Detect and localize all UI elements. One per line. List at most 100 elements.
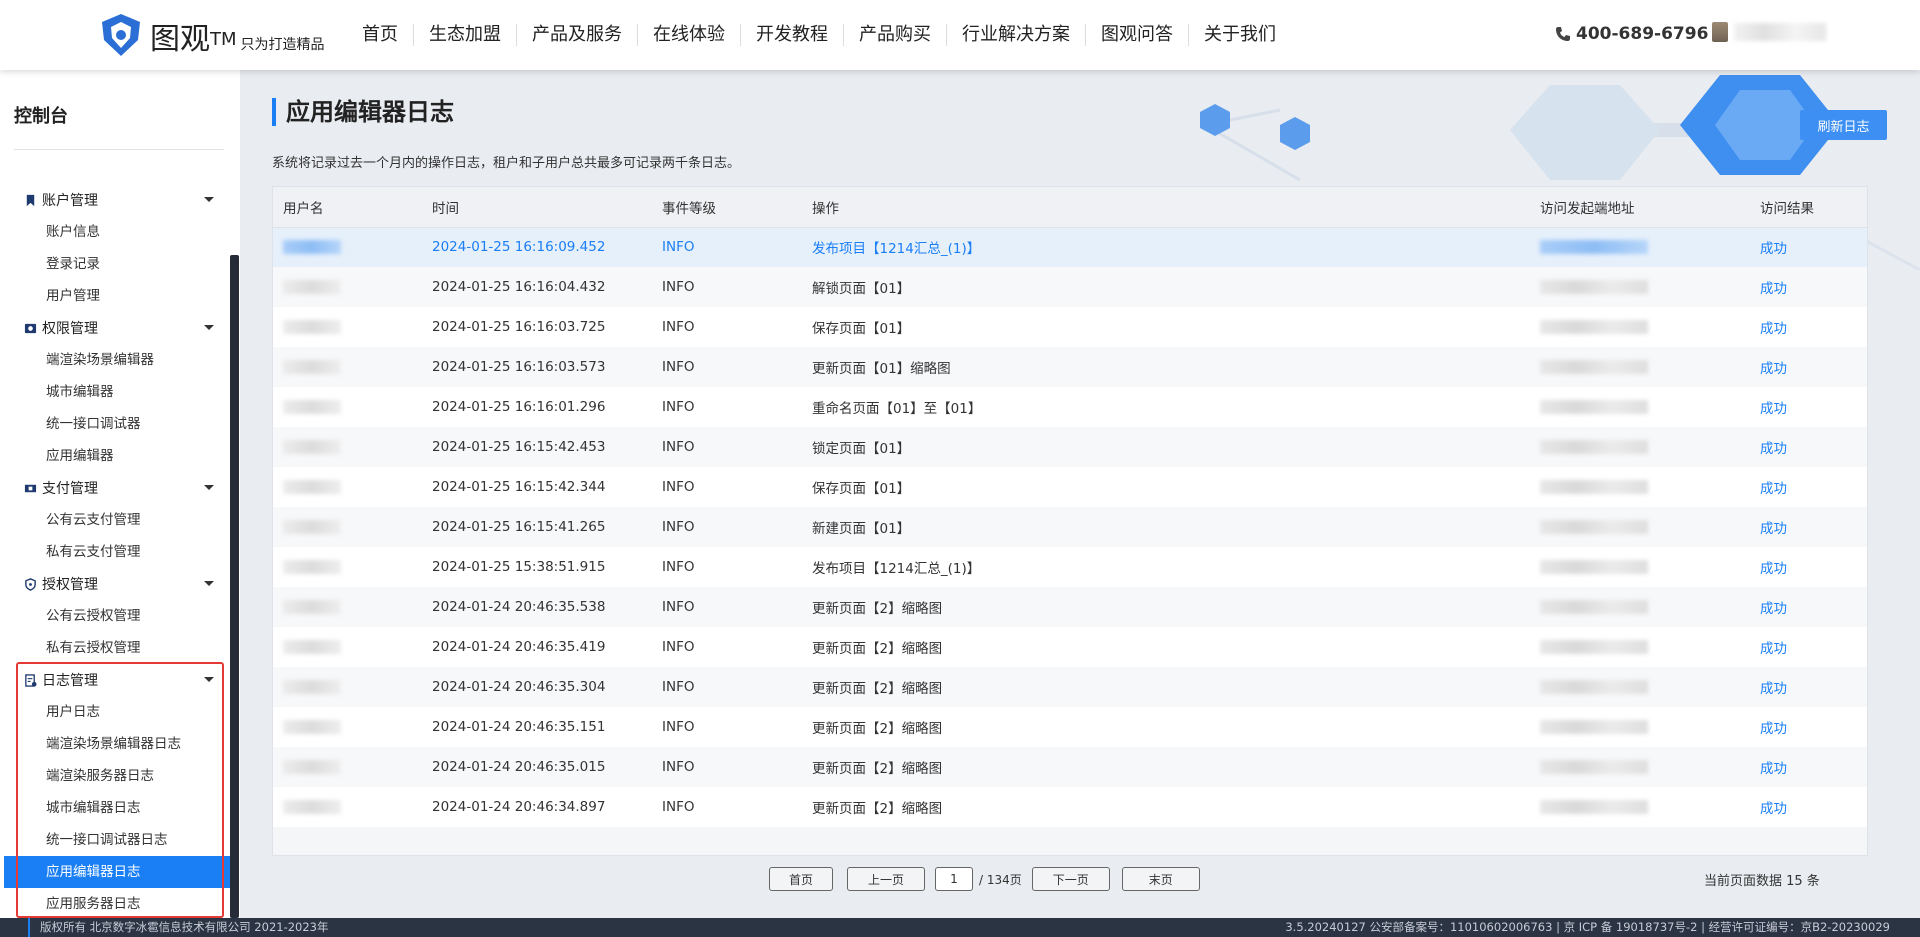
username-redacted: [283, 520, 341, 534]
page-number-input[interactable]: 1: [935, 867, 973, 891]
sidebar-item-app-server-log[interactable]: 应用服务器日志: [0, 888, 232, 918]
logo[interactable]: 图观TM 只为打造精品: [98, 12, 325, 58]
cell-address: [1530, 547, 1750, 587]
sidebar-item-scene-editor-log[interactable]: 端渲染场景编辑器日志: [0, 728, 232, 760]
column-header-operation: 操作: [812, 200, 839, 217]
nav-about[interactable]: 关于我们: [1188, 24, 1291, 46]
menu-group-payment[interactable]: 支付管理: [0, 472, 232, 504]
cell-time: 2024-01-24 20:46:35.304: [432, 679, 606, 695]
cell-address: [1530, 307, 1750, 347]
cell-operation: 发布项目【1214汇总_(1)】: [812, 241, 981, 258]
table-row[interactable]: 2024-01-24 20:46:35.015 INFO 更新页面【2】缩略图 …: [273, 747, 1867, 787]
table-row[interactable]: 2024-01-25 16:15:42.344 INFO 保存页面【01】 成功: [273, 467, 1867, 507]
nav-products[interactable]: 产品及服务: [516, 24, 637, 46]
main-content: 应用编辑器日志 系统将记录过去一个月内的操作日志，租户和子用户总共最多可记录两千…: [240, 70, 1920, 918]
cell-address: [1530, 347, 1750, 387]
cell-level: INFO: [662, 399, 695, 415]
cell-result: 成功: [1760, 241, 1787, 258]
sidebar-item-perm-scene-editor[interactable]: 端渲染场景编辑器: [0, 344, 232, 376]
sidebar-item-login-records[interactable]: 登录记录: [0, 248, 232, 280]
username-redacted: [283, 360, 341, 374]
prev-page-button[interactable]: 上一页: [847, 867, 925, 891]
sidebar-item-city-editor-log[interactable]: 城市编辑器日志: [0, 792, 232, 824]
cell-operation: 发布项目【1214汇总_(1)】: [812, 561, 981, 577]
cell-level: INFO: [662, 479, 695, 495]
table-row[interactable]: 2024-01-25 16:16:04.432 INFO 解锁页面【01】 成功: [273, 267, 1867, 307]
table-row[interactable]: 2024-01-25 16:16:01.296 INFO 重命名页面【01】至【…: [273, 387, 1867, 427]
nav-home[interactable]: 首页: [350, 24, 413, 46]
sidebar-item-perm-city-editor[interactable]: 城市编辑器: [0, 376, 232, 408]
table-row[interactable]: 2024-01-24 20:46:35.538 INFO 更新页面【2】缩略图 …: [273, 587, 1867, 627]
cell-address: [1530, 267, 1750, 307]
nav-qa[interactable]: 图观问答: [1085, 24, 1188, 46]
address-redacted: [1540, 560, 1648, 574]
username-redacted: [283, 600, 341, 614]
cell-level: INFO: [662, 719, 695, 735]
nav-ecosystem[interactable]: 生态加盟: [413, 24, 516, 46]
sidebar-item-user-log[interactable]: 用户日志: [0, 696, 232, 728]
cell-username: [273, 587, 422, 627]
first-page-button[interactable]: 首页: [769, 867, 833, 891]
logo-name: 图观TM: [150, 22, 237, 57]
sidebar-item-public-payment[interactable]: 公有云支付管理: [0, 504, 232, 536]
next-page-button[interactable]: 下一页: [1031, 867, 1110, 891]
table-row[interactable]: 2024-01-24 20:46:34.897 INFO 更新页面【2】缩略图 …: [273, 787, 1867, 827]
bookmark-icon: [26, 194, 35, 206]
table-row[interactable]: 2024-01-25 15:38:51.915 INFO 发布项目【1214汇总…: [273, 547, 1867, 587]
cell-username: [273, 387, 422, 427]
address-redacted: [1540, 520, 1648, 534]
cell-username: [273, 747, 422, 787]
page-record-count: 当前页面数据 15 条: [1704, 874, 1820, 889]
menu-group-account[interactable]: 账户管理: [0, 184, 232, 216]
sidebar-item-private-license[interactable]: 私有云授权管理: [0, 632, 232, 664]
sidebar-item-perm-api-debugger[interactable]: 统一接口调试器: [0, 408, 232, 440]
table-row[interactable]: 2024-01-24 20:46:35.151 INFO 更新页面【2】缩略图 …: [273, 707, 1867, 747]
table-row[interactable]: 2024-01-24 20:46:35.304 INFO 更新页面【2】缩略图 …: [273, 667, 1867, 707]
last-page-button[interactable]: 末页: [1121, 867, 1200, 891]
table-row[interactable]: 2024-01-25 16:16:09.452 INFO 发布项目【1214汇总…: [273, 227, 1867, 267]
username-redacted: [283, 400, 341, 414]
cell-time: 2024-01-24 20:46:35.419: [432, 639, 606, 655]
menu-group-permissions[interactable]: 权限管理: [0, 312, 232, 344]
menu-group-license[interactable]: 授权管理: [0, 568, 232, 600]
cell-time: 2024-01-25 16:16:03.725: [432, 319, 606, 335]
cell-address: [1530, 467, 1750, 507]
sidebar-scrollbar-thumb[interactable]: [230, 255, 239, 918]
username-redacted: [283, 720, 341, 734]
sidebar-item-api-debugger-log[interactable]: 统一接口调试器日志: [0, 824, 232, 856]
sidebar-item-perm-app-editor[interactable]: 应用编辑器: [0, 440, 232, 472]
table-row[interactable]: 2024-01-25 16:15:41.265 INFO 新建页面【01】 成功: [273, 507, 1867, 547]
nav-online-demo[interactable]: 在线体验: [637, 24, 740, 46]
user-menu[interactable]: [1712, 22, 1826, 42]
sidebar-item-user-management[interactable]: 用户管理: [0, 280, 232, 312]
sidebar-item-app-editor-log[interactable]: 应用编辑器日志: [4, 856, 232, 888]
table-row[interactable]: 2024-01-24 20:46:35.419 INFO 更新页面【2】缩略图 …: [273, 627, 1867, 667]
refresh-log-button[interactable]: 刷新日志: [1800, 110, 1887, 140]
nav-purchase[interactable]: 产品购买: [843, 24, 946, 46]
column-header-address: 访问发起端地址: [1540, 200, 1635, 217]
table-row[interactable]: 2024-01-25 16:15:42.453 INFO 锁定页面【01】 成功: [273, 427, 1867, 467]
logo-slogan: 只为打造精品: [240, 37, 325, 53]
cell-time: 2024-01-25 16:15:41.265: [432, 519, 606, 535]
cell-operation: 更新页面【2】缩略图: [812, 641, 943, 657]
nav-solutions[interactable]: 行业解决方案: [946, 24, 1085, 46]
cell-address: [1530, 387, 1750, 427]
menu-group-logs[interactable]: 日志管理: [0, 664, 232, 696]
username-redacted: [283, 800, 341, 814]
cell-operation: 锁定页面【01】: [812, 441, 911, 457]
ticket-icon: [24, 484, 37, 492]
sidebar-item-account-info[interactable]: 账户信息: [0, 216, 232, 248]
cell-level: INFO: [662, 439, 695, 455]
cell-level: INFO: [662, 759, 695, 775]
footer: 版权所有 北京数字冰雹信息技术有限公司 2021-2023年 3.5.20240…: [0, 918, 1920, 937]
table-row[interactable]: 2024-01-25 16:16:03.725 INFO 保存页面【01】 成功: [273, 307, 1867, 347]
cell-level: INFO: [662, 799, 695, 815]
sidebar-item-private-payment[interactable]: 私有云支付管理: [0, 536, 232, 568]
username-redacted: [283, 680, 341, 694]
sidebar-item-render-server-log[interactable]: 端渲染服务器日志: [0, 760, 232, 792]
table-row[interactable]: 2024-01-25 16:16:03.573 INFO 更新页面【01】缩略图…: [273, 347, 1867, 387]
address-redacted: [1540, 640, 1648, 654]
cell-username: [273, 507, 422, 547]
sidebar-item-public-license[interactable]: 公有云授权管理: [0, 600, 232, 632]
nav-tutorials[interactable]: 开发教程: [740, 24, 843, 46]
